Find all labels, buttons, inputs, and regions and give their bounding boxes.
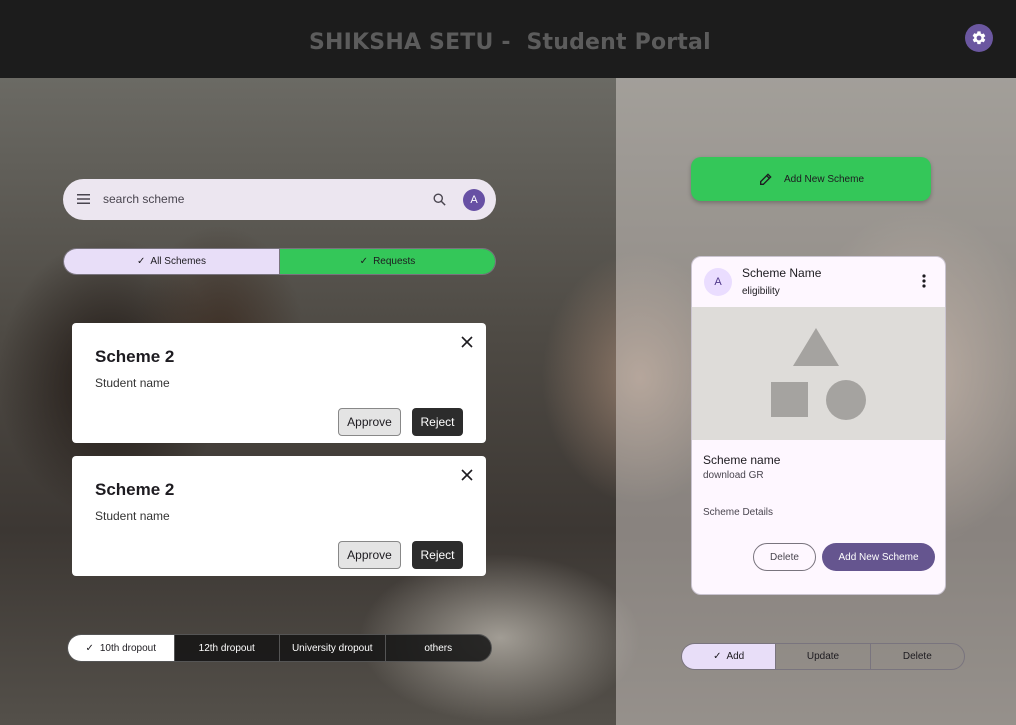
pencil-icon <box>759 173 772 185</box>
menu-icon[interactable] <box>77 193 90 205</box>
add-new-scheme-button[interactable]: Add New Scheme <box>822 543 935 571</box>
filter-10th-dropout[interactable]: ✓ 10th dropout <box>68 635 174 661</box>
scheme-card-subtitle: eligibility <box>742 286 780 297</box>
tab-requests[interactable]: ✓ Requests <box>279 249 495 274</box>
dropout-filter: ✓ 10th dropout 12th dropout University d… <box>67 634 492 662</box>
approve-button[interactable]: Approve <box>338 408 401 436</box>
scheme-details: Scheme Details <box>703 507 774 518</box>
filter-12th-dropout[interactable]: 12th dropout <box>173 635 280 661</box>
action-label: Add <box>726 651 745 662</box>
search-icon[interactable] <box>432 192 447 207</box>
close-icon[interactable] <box>460 468 474 482</box>
check-icon: ✓ <box>359 256 369 267</box>
fab-label: Add New Scheme <box>783 173 865 185</box>
request-student: Student name <box>95 376 170 390</box>
search-bar: search scheme A <box>63 179 496 220</box>
request-title: Scheme 2 <box>95 480 175 499</box>
scheme-media-placeholder <box>692 307 945 440</box>
check-icon: ✓ <box>137 256 146 267</box>
search-input[interactable]: search scheme <box>103 192 184 206</box>
check-icon: ✓ <box>713 651 722 662</box>
avatar: A <box>704 268 732 296</box>
request-student: Student name <box>95 509 170 523</box>
scheme-actions: ✓ Add Update Delete <box>681 643 965 670</box>
shapes-placeholder-icon <box>771 328 866 420</box>
tab-label: Requests <box>373 256 416 267</box>
close-icon[interactable] <box>460 335 474 349</box>
action-delete[interactable]: Delete <box>869 644 964 669</box>
request-title: Scheme 2 <box>95 347 175 366</box>
request-card: Scheme 2 Student name Approve Reject <box>72 456 486 576</box>
action-label: Update <box>806 651 840 662</box>
request-card: Scheme 2 Student name Approve Reject <box>72 323 486 443</box>
download-gr-link[interactable]: download GR <box>703 470 764 481</box>
avatar[interactable]: A <box>463 189 485 211</box>
top-app-bar: SHIKSHA SETU - Student Portal <box>0 0 1016 78</box>
filter-university-dropout[interactable]: University dropout <box>279 635 385 661</box>
tab-label: All Schemes <box>150 256 206 267</box>
scheme-tabs: ✓ All Schemes ✓ Requests <box>63 248 496 275</box>
settings-button[interactable] <box>965 24 993 52</box>
filter-label: 12th dropout <box>198 642 255 654</box>
page-title: SHIKSHA SETU - Student Portal <box>309 30 711 55</box>
delete-button[interactable]: Delete <box>753 543 816 571</box>
add-new-scheme-fab[interactable]: Add New Scheme <box>691 157 931 201</box>
action-label: Delete <box>902 651 932 662</box>
scheme-card-title: Scheme Name <box>742 266 822 280</box>
filter-label: 10th dropout <box>99 642 157 654</box>
scheme-name: Scheme name <box>703 453 781 467</box>
scheme-card: A Scheme Name eligibility Scheme name do… <box>691 256 946 595</box>
action-update[interactable]: Update <box>775 644 869 669</box>
reject-button[interactable]: Reject <box>412 408 463 436</box>
approve-button[interactable]: Approve <box>338 541 401 569</box>
filter-label: University dropout <box>291 642 373 654</box>
gear-icon <box>972 31 986 45</box>
filter-label: others <box>424 642 453 654</box>
action-add[interactable]: ✓ Add <box>682 644 776 669</box>
filter-others[interactable]: others <box>384 635 492 661</box>
check-icon: ✓ <box>85 642 94 654</box>
more-vert-icon[interactable] <box>922 274 926 288</box>
tab-all-schemes[interactable]: ✓ All Schemes <box>64 249 279 274</box>
reject-button[interactable]: Reject <box>412 541 463 569</box>
